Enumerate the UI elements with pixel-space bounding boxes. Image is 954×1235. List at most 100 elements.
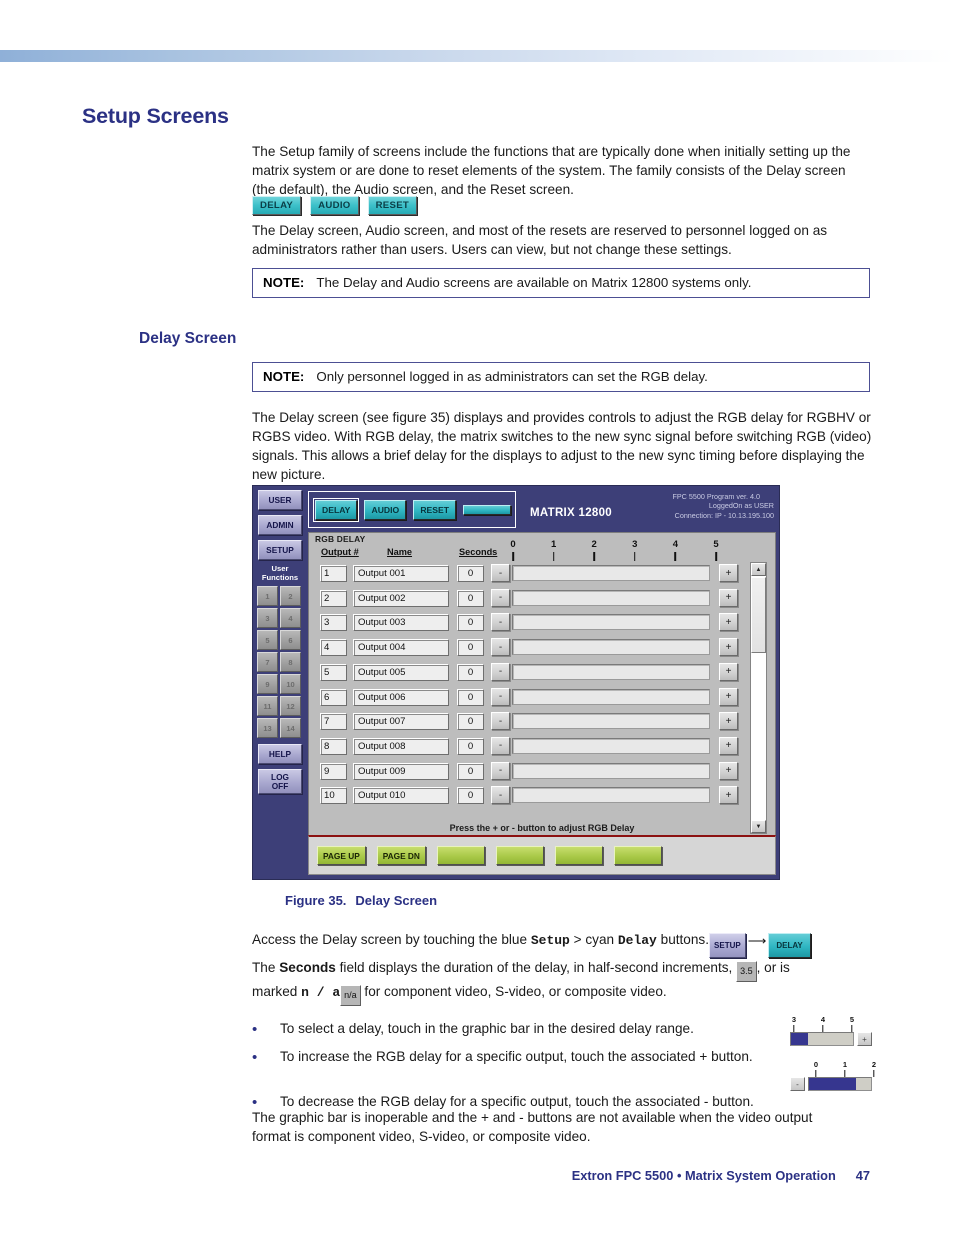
- decrease-delay-button[interactable]: -: [491, 786, 510, 805]
- function-button[interactable]: 13: [257, 718, 278, 739]
- increase-delay-button[interactable]: +: [719, 687, 738, 706]
- function-button[interactable]: 14: [280, 718, 301, 739]
- footer-blank-button[interactable]: [436, 846, 485, 865]
- delay-graphic-bar[interactable]: [512, 762, 710, 779]
- decrease-delay-button[interactable]: -: [491, 638, 510, 657]
- output-number-field[interactable]: 6: [320, 688, 347, 706]
- delay-graphic-bar[interactable]: [512, 614, 710, 631]
- seconds-field[interactable]: 0: [457, 614, 484, 632]
- output-number-field[interactable]: 2: [320, 589, 347, 607]
- increase-delay-button[interactable]: +: [719, 736, 738, 755]
- output-name-field[interactable]: Output 003: [353, 614, 449, 632]
- sidebar-item-logoff[interactable]: LOG OFF: [258, 769, 302, 795]
- sidebar-item-setup[interactable]: SETUP: [258, 540, 302, 560]
- footer-blank-button[interactable]: [495, 846, 544, 865]
- increase-delay-button[interactable]: +: [719, 712, 738, 731]
- scroll-up-icon[interactable]: ▲: [751, 563, 766, 576]
- delay-graphic-bar[interactable]: [512, 565, 710, 581]
- sidebar-item-help[interactable]: HELP: [258, 744, 302, 765]
- delay-graphic-bar[interactable]: [512, 787, 710, 804]
- seconds-field[interactable]: 0: [457, 589, 484, 607]
- decrease-delay-button[interactable]: -: [491, 712, 510, 731]
- delay-graphic-bar[interactable]: [512, 663, 710, 680]
- tab-delay[interactable]: DELAY: [312, 497, 360, 522]
- seconds-field[interactable]: 0: [457, 762, 484, 780]
- function-button[interactable]: 5: [257, 630, 278, 651]
- function-button[interactable]: 4: [280, 608, 301, 629]
- sidebar-item-admin[interactable]: ADMIN: [258, 515, 302, 535]
- output-number-field[interactable]: 3: [320, 614, 347, 632]
- output-name-field[interactable]: Output 008: [353, 737, 449, 755]
- output-name-field[interactable]: Output 005: [353, 663, 449, 681]
- delay-graphic-bar[interactable]: [512, 713, 710, 730]
- seconds-field[interactable]: 0: [457, 565, 484, 582]
- output-number-field[interactable]: 5: [320, 663, 347, 681]
- increase-delay-button[interactable]: +: [719, 638, 738, 657]
- output-number-field[interactable]: 1: [320, 565, 347, 582]
- seconds-field[interactable]: 0: [457, 663, 484, 681]
- seconds-field[interactable]: 0: [457, 688, 484, 706]
- function-button[interactable]: 9: [257, 674, 278, 695]
- decrease-delay-button[interactable]: -: [491, 613, 510, 632]
- function-button[interactable]: 10: [280, 674, 301, 695]
- output-name-field[interactable]: Output 001: [353, 565, 449, 582]
- increase-delay-button[interactable]: +: [719, 761, 738, 780]
- function-button[interactable]: 8: [280, 652, 301, 673]
- page-down-button[interactable]: PAGE DN: [376, 846, 426, 865]
- output-number-field[interactable]: 8: [320, 737, 347, 755]
- decrease-delay-button[interactable]: -: [491, 687, 510, 706]
- seconds-field[interactable]: 0: [457, 713, 484, 731]
- decrease-delay-button[interactable]: -: [491, 736, 510, 755]
- panel-scrollbar[interactable]: ▲ ▼: [750, 562, 767, 834]
- increase-delay-button[interactable]: +: [719, 786, 738, 805]
- scrollbar-thumb[interactable]: [751, 577, 766, 653]
- output-number-field[interactable]: 4: [320, 639, 347, 657]
- decrease-delay-button[interactable]: -: [491, 588, 510, 607]
- mini-scale-top: 3 4 5: [790, 1015, 872, 1032]
- sidebar-item-user[interactable]: USER: [258, 490, 302, 510]
- function-button[interactable]: 2: [280, 586, 301, 607]
- decrease-delay-button[interactable]: -: [491, 761, 510, 780]
- output-name-field[interactable]: Output 007: [353, 713, 449, 731]
- function-button[interactable]: 6: [280, 630, 301, 651]
- function-button[interactable]: 7: [257, 652, 278, 673]
- function-button[interactable]: 12: [280, 696, 301, 717]
- tab-reset[interactable]: RESET: [413, 499, 456, 520]
- note-label: NOTE:: [263, 369, 305, 384]
- increase-delay-button[interactable]: +: [719, 613, 738, 632]
- output-name-field[interactable]: Output 004: [353, 639, 449, 657]
- delay-graphic-bar[interactable]: [512, 688, 710, 705]
- output-number-field[interactable]: 10: [320, 787, 347, 805]
- inline-delay-button[interactable]: DELAY: [252, 196, 302, 215]
- footer-blank-button[interactable]: [554, 846, 603, 865]
- decrease-delay-button[interactable]: -: [491, 564, 510, 582]
- logged-on-as: LoggedOn as USER: [708, 501, 774, 511]
- output-name-field[interactable]: Output 006: [353, 688, 449, 706]
- tab-audio[interactable]: AUDIO: [364, 499, 407, 520]
- seconds-field[interactable]: 0: [457, 737, 484, 755]
- function-button[interactable]: 3: [257, 608, 278, 629]
- output-name-field[interactable]: Output 010: [353, 787, 449, 805]
- footer-blank-button[interactable]: [613, 846, 662, 865]
- function-button[interactable]: 11: [257, 696, 278, 717]
- inline-audio-button[interactable]: AUDIO: [310, 196, 359, 215]
- increase-delay-button[interactable]: +: [719, 588, 738, 607]
- delay-graphic-bar[interactable]: [512, 737, 710, 754]
- page-up-button[interactable]: PAGE UP: [317, 846, 366, 865]
- output-name-field[interactable]: Output 002: [353, 589, 449, 607]
- output-number-field[interactable]: 7: [320, 713, 347, 731]
- delay-graphic-bar[interactable]: [512, 639, 710, 656]
- final-paragraph: The graphic bar is inoperable and the + …: [252, 1110, 813, 1145]
- increase-delay-button[interactable]: +: [719, 662, 738, 681]
- output-number-field[interactable]: 9: [320, 762, 347, 780]
- delay-graphic-bar[interactable]: [512, 589, 710, 606]
- output-name-field[interactable]: Output 009: [353, 762, 449, 780]
- increase-delay-button[interactable]: +: [719, 564, 738, 582]
- decrease-delay-button[interactable]: -: [491, 662, 510, 681]
- seconds-field[interactable]: 0: [457, 787, 484, 805]
- tab-blank[interactable]: [463, 504, 511, 515]
- mini-bar-row-bottom: -: [790, 1077, 872, 1091]
- inline-reset-button[interactable]: RESET: [367, 196, 418, 215]
- function-button[interactable]: 1: [257, 586, 278, 607]
- seconds-field[interactable]: 0: [457, 639, 484, 657]
